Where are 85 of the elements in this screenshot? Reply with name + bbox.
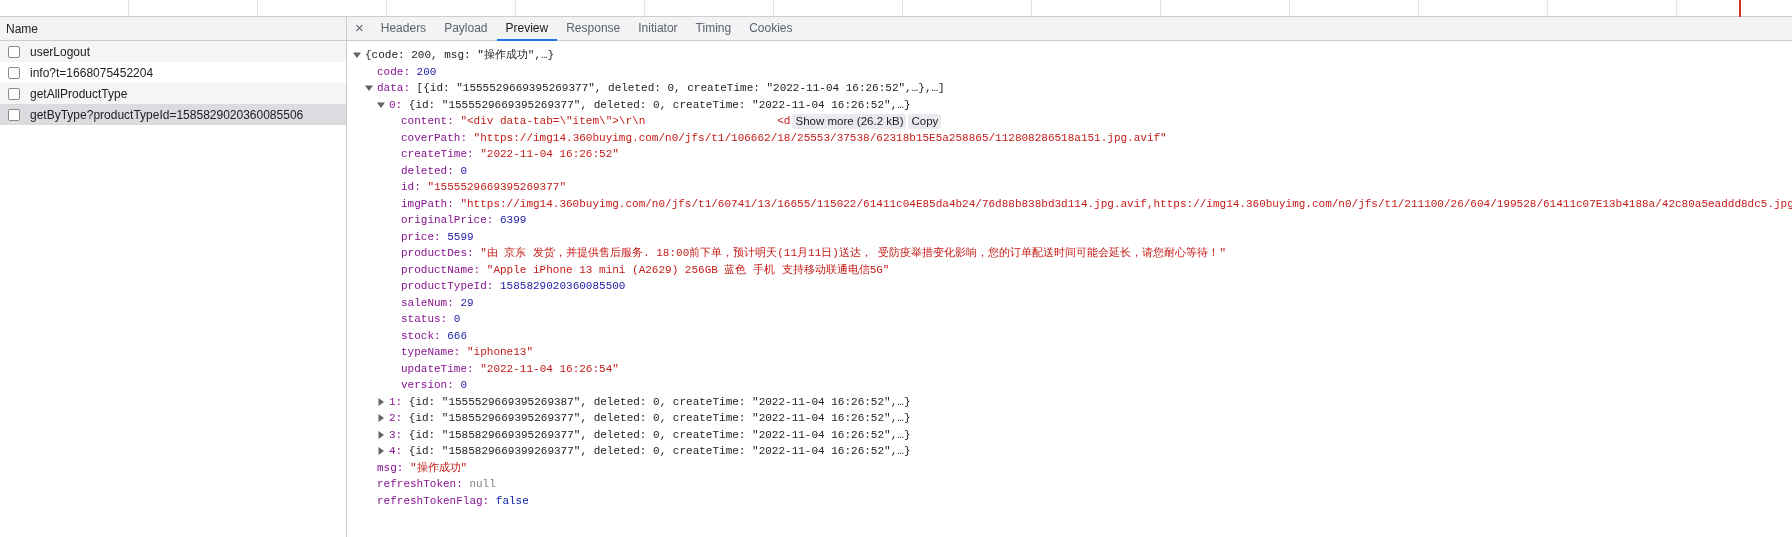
column-header[interactable]: Name <box>6 19 38 38</box>
json-key: originalPrice: <box>401 212 494 229</box>
json-key: 0: <box>389 96 403 113</box>
json-value: "由 京东 发货，并提供售后服务. 18:00前下单，预计明天(11月11日)送达， 受防疫举措变化影响，您的订单配送时间可能会延长，请您耐心等待！" <box>480 245 1227 261</box>
json-value: 200 <box>416 64 437 80</box>
collapsed-arrow-icon[interactable] <box>377 447 385 456</box>
json-key: content: <box>401 113 454 130</box>
json-key: refreshTokenFlag: <box>377 492 490 509</box>
json-summary: [{id: "1555529669395269377", deleted: 0, createTime: "2022-11-04 16:26:52",…},…] <box>416 81 945 96</box>
json-summary: {id: "1585529669395269377", deleted: 0, createTime: "2022-11-04 16:26:52",…} <box>408 411 911 426</box>
json-value: "https://img14.360buyimg.com/n0/jfs/t1/60741/13/16655/115022/61411c04E85da4b24/76d88b838bd3d114.jpg.avif,https://img14.360buyimg.com/n0/jfs/t1/211100/26/604/199528/61411c07E13b4188a/42c80a5eaddd8dc5.jpg <box>460 196 1792 212</box>
json-value: "Apple iPhone 13 mini (A2629) 256GB 蓝色 手机 支持移动联通电信5G" <box>486 262 890 278</box>
checkbox[interactable] <box>8 87 20 100</box>
json-key: productName: <box>401 261 481 278</box>
json-value: 29 <box>460 295 474 311</box>
json-key: productDes: <box>401 245 474 262</box>
json-summary: {id: "1585829669399269377", deleted: 0, createTime: "2022-11-04 16:26:52",…} <box>408 444 911 459</box>
json-key: 3: <box>389 426 403 443</box>
json-value: 666 <box>447 328 467 344</box>
json-summary: {id: "1555529669395269377", deleted: 0, createTime: "2022-11-04 16:26:52",…} <box>408 97 911 113</box>
json-value: 5599 <box>447 229 474 245</box>
json-value: 0 <box>460 378 467 393</box>
json-value: 1585829020360085500 <box>500 279 626 294</box>
json-key: saleNum: <box>401 294 454 311</box>
request-name[interactable]: userLogout <box>30 42 91 61</box>
json-key: refreshToken: <box>377 476 463 493</box>
request-name[interactable]: getByType?productTypeId=1585829020360085506 <box>30 105 304 124</box>
json-key: price: <box>401 228 441 245</box>
checkbox[interactable] <box>8 108 20 121</box>
tab[interactable]: Cookies <box>740 16 802 41</box>
json-value: 6399 <box>500 213 527 228</box>
expanded-arrow-icon[interactable] <box>353 51 361 60</box>
json-key: 2: <box>389 410 403 427</box>
json-key: msg: <box>377 459 404 476</box>
collapsed-arrow-icon[interactable] <box>377 397 385 406</box>
checkbox[interactable] <box>8 66 20 79</box>
expanded-arrow-icon[interactable] <box>365 84 373 93</box>
json-key: typeName: <box>401 344 461 361</box>
json-value: "<div data-tab=\"item\">\r\n <d <box>460 114 791 129</box>
request-row[interactable]: getAllProductType <box>0 83 346 104</box>
json-key: code: <box>377 63 410 80</box>
json-summary: {id: "1555529669395269387", deleted: 0, createTime: "2022-11-04 16:26:52",…} <box>408 394 911 410</box>
collapsed-arrow-icon[interactable] <box>377 414 385 423</box>
timeline-marker <box>1739 0 1741 17</box>
request-name[interactable]: info?t=1668075452204 <box>30 63 154 82</box>
tab[interactable]: Initiator <box>629 16 687 41</box>
expanded-arrow-icon[interactable] <box>377 100 385 109</box>
tab[interactable]: Payload <box>435 16 497 41</box>
json-value: 0 <box>453 312 461 327</box>
preview-action-button[interactable]: Show more (26.2 kB) <box>792 113 907 129</box>
tab[interactable]: Preview <box>496 16 558 41</box>
close-button[interactable]: × <box>347 16 372 41</box>
json-key: status: <box>401 311 448 328</box>
tab[interactable]: Response <box>557 16 630 41</box>
json-value: "https://img14.360buyimg.com/n0/jfs/t1/106662/18/25553/37538/62318b15E5a258865/112808286518a151.jpg.avif" <box>473 130 1167 146</box>
json-summary: {code: 200, msg: "操作成功",…} <box>365 48 555 63</box>
json-value: "2022-11-04 16:26:54" <box>480 361 619 377</box>
json-key: 1: <box>389 393 403 410</box>
request-name[interactable]: getAllProductType <box>30 84 128 103</box>
json-key: imgPath: <box>401 195 454 212</box>
json-key: createTime: <box>401 146 474 163</box>
checkbox[interactable] <box>8 45 20 58</box>
json-value: "1555529669395269377" <box>427 180 567 195</box>
json-key: 4: <box>389 443 403 460</box>
request-row[interactable]: userLogout <box>0 41 346 62</box>
json-key: id: <box>401 179 421 196</box>
tab[interactable]: Headers <box>371 16 436 41</box>
json-key: productTypeId: <box>401 278 494 295</box>
json-key: data: <box>377 80 410 97</box>
json-value: 0 <box>460 163 467 179</box>
tab[interactable]: Timing <box>686 16 741 41</box>
preview-action-button[interactable]: Copy <box>908 113 942 129</box>
json-key: stock: <box>401 327 441 344</box>
json-key: version: <box>401 377 454 394</box>
json-value: "2022-11-04 16:26:52" <box>480 147 619 162</box>
request-row[interactable]: getByType?productTypeId=1585829020360085506 <box>0 104 346 125</box>
json-value: "iphone13" <box>467 345 534 360</box>
json-value: false <box>495 493 529 509</box>
collapsed-arrow-icon[interactable] <box>377 430 385 439</box>
json-value: "操作成功" <box>410 460 468 476</box>
json-value: null <box>469 477 496 492</box>
json-key: deleted: <box>401 162 454 179</box>
json-key: updateTime: <box>401 360 474 377</box>
json-key: coverPath: <box>401 129 467 146</box>
json-summary: {id: "1585829669395269377", deleted: 0, createTime: "2022-11-04 16:26:52",…} <box>408 427 911 443</box>
